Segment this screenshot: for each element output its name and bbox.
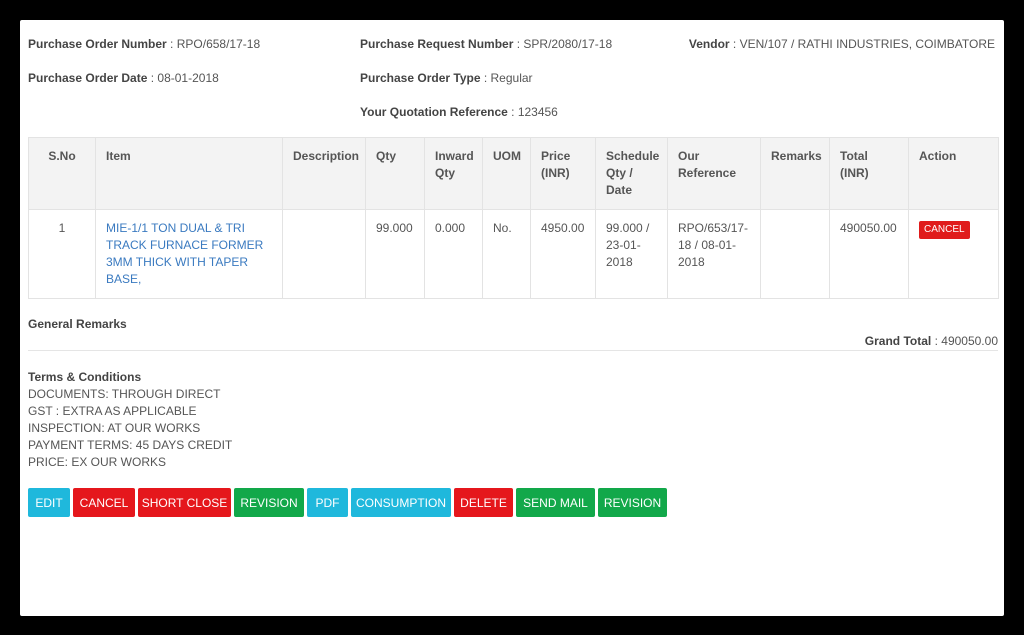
po-date-value: 08-01-2018	[157, 71, 219, 85]
general-remarks-label: General Remarks	[28, 317, 127, 331]
pr-number-label: Purchase Request Number	[360, 37, 514, 51]
grand-total-value: 490050.00	[941, 334, 998, 348]
cell-remarks	[760, 209, 830, 299]
column-header-schedule: Schedule Qty / Date	[595, 137, 668, 210]
po-number-value: RPO/658/17-18	[176, 37, 261, 51]
item-link[interactable]: MIE-1/1 TON DUAL & TRI TRACK FURNACE FOR…	[106, 221, 263, 286]
revision-button[interactable]: REVISION	[234, 488, 304, 517]
revision-button-2[interactable]: REVISION	[598, 488, 667, 517]
grand-total-label: Grand Total	[864, 334, 932, 348]
column-header-qty: Qty	[365, 137, 425, 210]
po-type-value: Regular	[490, 71, 533, 85]
quotation-reference-field: Your Quotation Reference : 123456	[360, 105, 558, 119]
pr-number-field: Purchase Request Number : SPR/2080/17-18	[360, 37, 613, 51]
column-header-price: Price (INR)	[530, 137, 596, 210]
cell-inward-qty: 0.000	[424, 209, 483, 299]
quotation-value: 123456	[517, 105, 558, 119]
terms-line: DOCUMENTS: THROUGH DIRECT	[28, 387, 221, 401]
column-header-item: Item	[95, 137, 283, 210]
po-type-label: Purchase Order Type	[360, 71, 481, 85]
cell-description	[282, 209, 366, 299]
po-number-label: Purchase Order Number	[28, 37, 167, 51]
cell-reference: RPO/653/17-18 / 08-01-2018	[667, 209, 761, 299]
purchase-order-view: Purchase Order Number : RPO/658/17-18 Pu…	[20, 20, 1004, 616]
edit-button[interactable]: EDIT	[28, 488, 70, 517]
quotation-label: Your Quotation Reference	[360, 105, 508, 119]
vendor-value: VEN/107 / RATHI INDUSTRIES, COIMBATORE	[739, 37, 995, 51]
cell-total: 490050.00	[829, 209, 909, 299]
pr-number-value: SPR/2080/17-18	[523, 37, 613, 51]
table-row: 1 MIE-1/1 TON DUAL & TRI TRACK FURNACE F…	[28, 209, 999, 299]
cell-schedule: 99.000 / 23-01-2018	[595, 209, 668, 299]
short-close-button[interactable]: SHORT CLOSE	[138, 488, 231, 517]
cancel-button[interactable]: CANCEL	[73, 488, 135, 517]
po-type-field: Purchase Order Type : Regular	[360, 71, 533, 85]
po-number-field: Purchase Order Number : RPO/658/17-18	[28, 37, 261, 51]
column-header-uom: UOM	[482, 137, 531, 210]
column-header-inward-qty: Inward Qty	[424, 137, 483, 210]
cell-qty: 99.000	[365, 209, 425, 299]
divider	[28, 350, 998, 351]
vendor-label: Vendor	[688, 37, 730, 51]
terms-line: PAYMENT TERMS: 45 DAYS CREDIT	[28, 438, 233, 452]
cell-action: CANCEL	[908, 209, 999, 299]
cell-uom: No.	[482, 209, 531, 299]
po-date-field: Purchase Order Date : 08-01-2018	[28, 71, 219, 85]
table-header-row: S.No Item Description Qty Inward Qty UOM…	[28, 137, 999, 210]
column-header-action: Action	[908, 137, 999, 210]
column-header-total: Total (INR)	[829, 137, 909, 210]
column-header-description: Description	[282, 137, 366, 210]
terms-and-conditions: Terms & Conditions DOCUMENTS: THROUGH DI…	[28, 369, 232, 471]
action-button-bar: EDIT CANCEL SHORT CLOSE REVISION PDF CON…	[28, 488, 667, 517]
send-mail-button[interactable]: SEND MAIL	[516, 488, 595, 517]
po-date-label: Purchase Order Date	[28, 71, 148, 85]
row-cancel-button[interactable]: CANCEL	[919, 221, 970, 239]
pdf-button[interactable]: PDF	[307, 488, 348, 517]
terms-title: Terms & Conditions	[28, 370, 142, 384]
po-items-table: S.No Item Description Qty Inward Qty UOM…	[28, 137, 999, 299]
terms-line: PRICE: EX OUR WORKS	[28, 455, 167, 469]
delete-button[interactable]: DELETE	[454, 488, 513, 517]
cell-price: 4950.00	[530, 209, 596, 299]
cell-sno: 1	[28, 209, 96, 299]
terms-line: GST : EXTRA AS APPLICABLE	[28, 404, 197, 418]
cell-item: MIE-1/1 TON DUAL & TRI TRACK FURNACE FOR…	[95, 209, 283, 299]
terms-line: INSPECTION: AT OUR WORKS	[28, 421, 201, 435]
column-header-remarks: Remarks	[760, 137, 830, 210]
vendor-field: Vendor : VEN/107 / RATHI INDUSTRIES, COI…	[688, 37, 995, 51]
grand-total: Grand Total : 490050.00	[864, 334, 998, 348]
consumption-button[interactable]: CONSUMPTION	[351, 488, 451, 517]
column-header-sno: S.No	[28, 137, 96, 210]
column-header-reference: Our Reference	[667, 137, 761, 210]
